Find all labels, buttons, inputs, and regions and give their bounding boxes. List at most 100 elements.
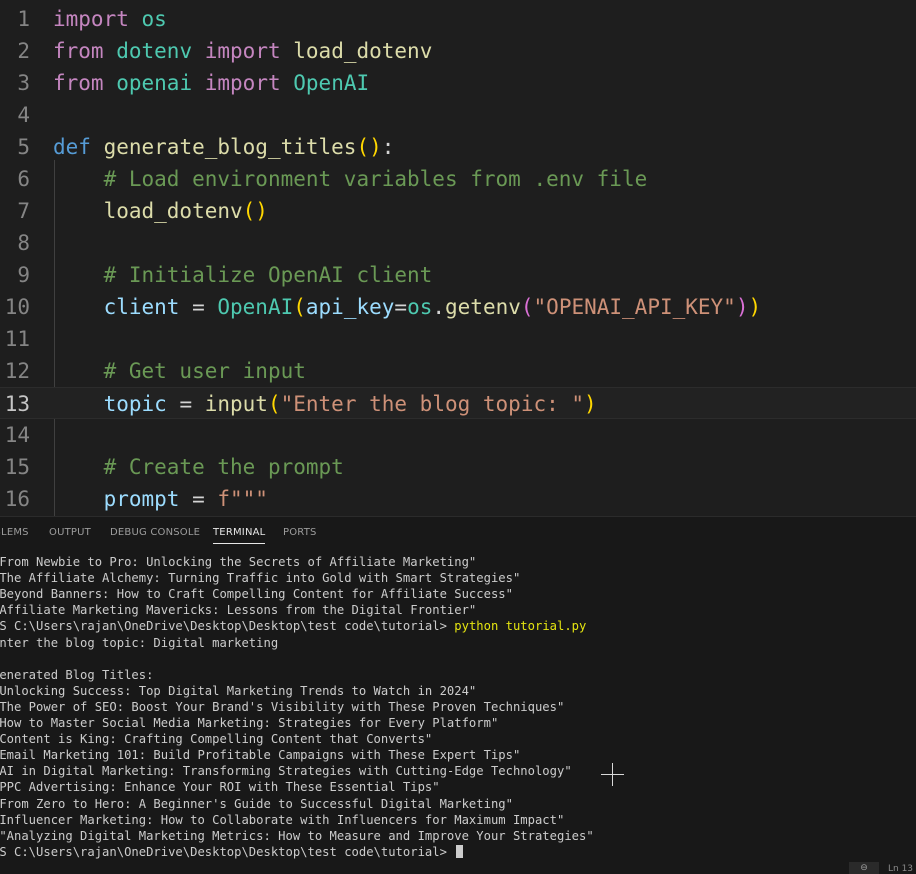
- code-text: from dotenv import load_dotenv: [53, 35, 432, 67]
- terminal[interactable]: "From Newbie to Pro: Unlocking the Secre…: [0, 554, 916, 864]
- terminal-line: "The Power of SEO: Boost Your Brand's Vi…: [0, 699, 564, 715]
- terminal-text: "Beyond Banners: How to Craft Compelling…: [0, 587, 513, 602]
- code-line[interactable]: 13 topic = input("Enter the blog topic: …: [0, 387, 916, 419]
- line-number: 11: [4, 327, 30, 351]
- tab-terminal[interactable]: TERMINAL: [213, 527, 266, 544]
- terminal-text: "Unlocking Success: Top Digital Marketin…: [0, 683, 477, 698]
- code-line[interactable]: 7 load_dotenv(): [0, 195, 916, 227]
- code-text: # Load environment variables from .env f…: [53, 163, 648, 195]
- code-line[interactable]: 8: [0, 227, 916, 259]
- code-token: "Enter the blog topic: ": [280, 392, 585, 416]
- terminal-text: "From Zero to Hero: A Beginner's Guide t…: [0, 796, 513, 811]
- code-text: import os: [53, 3, 167, 35]
- code-token: =: [166, 392, 205, 416]
- code-line[interactable]: 1 import os: [0, 3, 916, 35]
- code-line[interactable]: 9 # Initialize OpenAI client: [0, 259, 916, 291]
- code-token: client: [103, 295, 180, 319]
- code-token: =: [179, 295, 218, 319]
- terminal-text: "The Affiliate Alchemy: Turning Traffic …: [0, 571, 521, 586]
- code-token: ): [735, 295, 749, 319]
- tab-ports[interactable]: PORTS: [283, 527, 317, 538]
- line-number: 7: [17, 199, 30, 223]
- line-number: 12: [4, 359, 30, 383]
- code-token: import: [204, 71, 281, 95]
- terminal-text: Enter the blog topic: Digital marketing: [0, 635, 279, 650]
- line-number: 1: [17, 7, 30, 31]
- code-token: # Create the prompt: [103, 455, 344, 479]
- line-number: 2: [17, 39, 30, 63]
- line-number: 9: [17, 263, 30, 287]
- code-line[interactable]: 14: [0, 419, 916, 451]
- terminal-line: PS C:\Users\rajan\OneDrive\Desktop\Deskt…: [0, 844, 464, 860]
- terminal-line: "Affiliate Marketing Mavericks: Lessons …: [0, 602, 476, 618]
- code-line[interactable]: 15 # Create the prompt: [0, 451, 916, 483]
- terminal-line: "From Zero to Hero: A Beginner's Guide t…: [0, 796, 513, 812]
- line-number: 14: [4, 423, 30, 447]
- code-token: generate_blog_titles: [103, 135, 357, 159]
- code-line[interactable]: 16 prompt = f""": [0, 483, 916, 515]
- code-token: "OPENAI_API_KEY": [533, 295, 736, 319]
- terminal-line: "Unlocking Success: Top Digital Marketin…: [0, 683, 476, 699]
- code-text: # Initialize OpenAI client: [53, 259, 433, 291]
- tab-debug-console[interactable]: DEBUG CONSOLE: [110, 527, 200, 538]
- line-number: 5: [17, 135, 30, 159]
- tab-output[interactable]: OUTPUT: [49, 527, 91, 538]
- code-text: topic = input("Enter the blog topic: "): [53, 388, 597, 420]
- code-text: # Get user input: [53, 355, 306, 387]
- code-line[interactable]: 4: [0, 99, 916, 131]
- code-token: input: [204, 392, 268, 416]
- code-token: ): [584, 392, 597, 416]
- line-number: 8: [17, 231, 30, 255]
- code-token: openai: [116, 71, 193, 95]
- code-token: =: [394, 295, 408, 319]
- terminal-line: "Content is King: Crafting Compelling Co…: [0, 731, 432, 747]
- code-line[interactable]: 11: [0, 323, 916, 355]
- line-number: 6: [17, 167, 30, 191]
- code-line[interactable]: 5 def generate_blog_titles():: [0, 131, 916, 163]
- code-text: # Create the prompt: [53, 451, 344, 483]
- terminal-text: "AI in Digital Marketing: Transforming S…: [0, 764, 572, 779]
- code-token: load_dotenv: [103, 199, 243, 223]
- terminal-line: "Influencer Marketing: How to Collaborat…: [0, 812, 564, 828]
- bell-icon[interactable]: ⊖: [849, 862, 879, 874]
- terminal-line: "The Affiliate Alchemy: Turning Traffic …: [0, 570, 520, 586]
- terminal-line: Generated Blog Titles:: [0, 667, 153, 683]
- terminal-text: PS C:\Users\rajan\OneDrive\Desktop\Deskt…: [0, 619, 455, 634]
- code-token: import: [204, 39, 281, 63]
- terminal-text: PS C:\Users\rajan\OneDrive\Desktop\Deskt…: [0, 844, 455, 859]
- tab-problems[interactable]: BLEMS: [0, 527, 29, 538]
- code-token: topic: [103, 392, 167, 416]
- code-line[interactable]: 3 from openai import OpenAI: [0, 67, 916, 99]
- code-token: OpenAI: [293, 71, 370, 95]
- code-token: api_key: [305, 295, 395, 319]
- code-token: OpenAI: [217, 295, 294, 319]
- code-line[interactable]: 6 # Load environment variables from .env…: [0, 163, 916, 195]
- code-token: (): [356, 135, 382, 159]
- code-token: os: [407, 295, 433, 319]
- status-bar: ⊖ Ln 13: [0, 862, 916, 874]
- code-token: .: [432, 295, 446, 319]
- code-token: =: [179, 487, 218, 511]
- code-token: # Load environment variables from .env f…: [103, 167, 648, 191]
- code-editor[interactable]: 1 import os 2 from dotenv import load_doten…: [0, 0, 916, 516]
- cursor-position[interactable]: Ln 13: [888, 862, 913, 874]
- code-line[interactable]: 10 client = OpenAI(api_key=os.getenv("OP…: [0, 291, 916, 323]
- panel-tabs: BLEMS OUTPUT DEBUG CONSOLE TERMINAL PORTS: [0, 517, 916, 549]
- code-token: from: [53, 71, 104, 95]
- code-token: getenv: [445, 295, 521, 319]
- code-line[interactable]: 12 # Get user input: [0, 355, 916, 387]
- code-line[interactable]: 2 from dotenv import load_dotenv: [0, 35, 916, 67]
- terminal-text: "Influencer Marketing: How to Collaborat…: [0, 812, 565, 827]
- code-token: (): [242, 199, 268, 223]
- code-text: prompt = f""": [53, 483, 268, 515]
- terminal-text: "Content is King: Crafting Compelling Co…: [0, 732, 433, 747]
